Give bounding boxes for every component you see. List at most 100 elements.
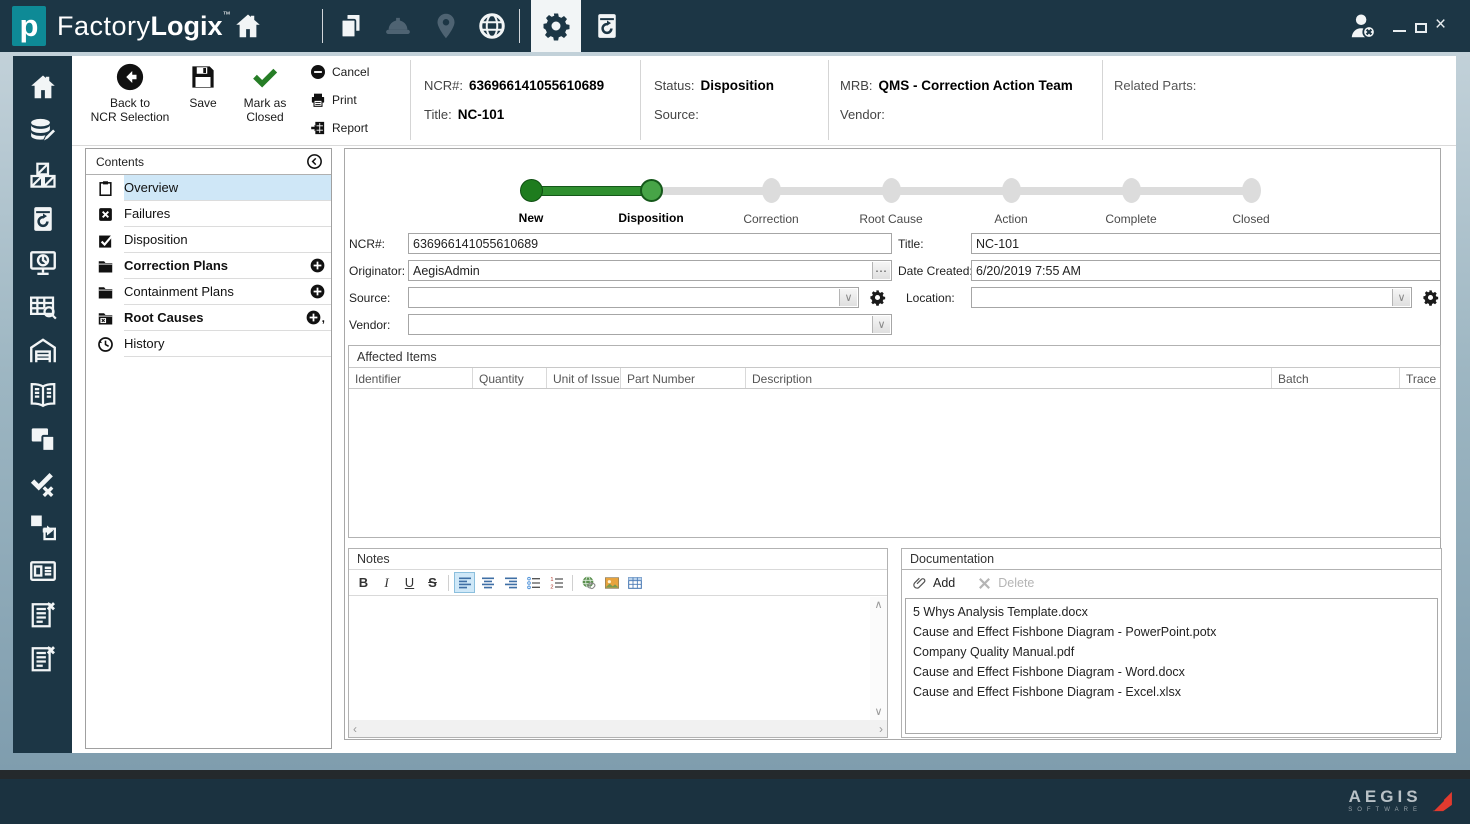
open-book-icon[interactable] bbox=[28, 380, 58, 410]
report-button[interactable]: Report bbox=[310, 118, 368, 138]
source-select[interactable] bbox=[409, 288, 858, 307]
notes-editor[interactable] bbox=[349, 597, 870, 720]
home-icon[interactable] bbox=[233, 11, 263, 41]
contents-item-correction-plans[interactable]: Correction Plans bbox=[86, 253, 331, 279]
column-batch[interactable]: Batch bbox=[1272, 368, 1400, 388]
documentation-file[interactable]: Cause and Effect Fishbone Diagram - Powe… bbox=[906, 622, 1437, 642]
column-trace[interactable]: Trace bbox=[1400, 368, 1440, 388]
notes-editor-area: ∧ ∨ ‹ › bbox=[349, 597, 887, 737]
scroll-right-arrow[interactable]: › bbox=[879, 722, 883, 736]
step-dot bbox=[520, 179, 543, 202]
strikethrough-button[interactable]: S bbox=[422, 572, 443, 593]
bold-button[interactable]: B bbox=[353, 572, 374, 593]
device-sync-nav-icon[interactable] bbox=[28, 204, 58, 234]
step-dot bbox=[1002, 178, 1021, 203]
database-edit-icon[interactable] bbox=[28, 116, 58, 146]
documentation-file[interactable]: 5 Whys Analysis Template.docx bbox=[906, 602, 1437, 622]
save-button[interactable]: Save bbox=[180, 62, 226, 110]
delete-document-button[interactable]: Delete bbox=[977, 576, 1034, 591]
documents-icon[interactable] bbox=[336, 11, 366, 41]
title-input[interactable] bbox=[972, 234, 1440, 253]
data-grid-search-icon[interactable] bbox=[28, 292, 58, 322]
column-description[interactable]: Description bbox=[746, 368, 1272, 388]
contents-item-overview[interactable]: Overview bbox=[86, 175, 331, 201]
notes-vertical-scrollbar[interactable]: ∧ ∨ bbox=[870, 597, 887, 720]
notes-horizontal-scrollbar[interactable]: ‹ › bbox=[349, 720, 887, 737]
vendor-dropdown-arrow[interactable]: ∨ bbox=[872, 316, 890, 333]
numbered-list-button[interactable]: 12 bbox=[546, 572, 567, 593]
insert-hyperlink-button[interactable] bbox=[578, 572, 599, 593]
minimize-button[interactable] bbox=[1393, 30, 1406, 32]
vendor-select[interactable] bbox=[409, 315, 891, 334]
maximize-button[interactable] bbox=[1415, 23, 1427, 33]
documentation-file[interactable]: Cause and Effect Fishbone Diagram - Word… bbox=[906, 662, 1437, 682]
underline-button[interactable]: U bbox=[399, 572, 420, 593]
source-settings-gear-icon[interactable] bbox=[869, 289, 886, 306]
dashboard-monitor-icon[interactable] bbox=[28, 248, 58, 278]
align-left-button[interactable] bbox=[454, 572, 475, 593]
insert-image-button[interactable] bbox=[601, 572, 622, 593]
ribbon-divider bbox=[828, 60, 829, 140]
folder-x-icon bbox=[86, 305, 124, 331]
source-dropdown-arrow[interactable]: ∨ bbox=[839, 289, 857, 306]
originator-input[interactable] bbox=[409, 261, 891, 280]
scroll-up-arrow[interactable]: ∧ bbox=[870, 597, 887, 613]
add-correction-plan-button[interactable] bbox=[310, 258, 325, 273]
ncr-number-input[interactable] bbox=[409, 234, 891, 253]
location-select[interactable] bbox=[972, 288, 1411, 307]
column-unit-of-issue[interactable]: Unit of Issue bbox=[547, 368, 621, 388]
documentation-file[interactable]: Company Quality Manual.pdf bbox=[906, 642, 1437, 662]
cancel-button[interactable]: Cancel bbox=[310, 62, 369, 82]
add-containment-plan-button[interactable] bbox=[310, 284, 325, 299]
crates-icon[interactable] bbox=[28, 160, 58, 190]
insert-table-button[interactable] bbox=[624, 572, 645, 593]
home-nav-icon[interactable] bbox=[28, 72, 58, 102]
hardhat-icon[interactable] bbox=[383, 11, 413, 41]
location-settings-gear-icon[interactable] bbox=[1422, 289, 1439, 306]
location-pin-icon[interactable] bbox=[431, 11, 461, 41]
contents-item-history[interactable]: History bbox=[86, 331, 331, 357]
id-card-icon[interactable] bbox=[28, 556, 58, 586]
italic-button[interactable]: I bbox=[376, 572, 397, 593]
user-logout-icon[interactable] bbox=[1348, 11, 1378, 41]
documentation-file[interactable]: Cause and Effect Fishbone Diagram - Exce… bbox=[906, 682, 1437, 702]
mark-as-closed-button[interactable]: Mark asClosed bbox=[232, 62, 298, 124]
contents-title: Contents bbox=[96, 155, 144, 169]
align-center-button[interactable] bbox=[477, 572, 498, 593]
check-x-icon[interactable] bbox=[28, 468, 58, 498]
column-part-number[interactable]: Part Number bbox=[621, 368, 746, 388]
globe-icon[interactable] bbox=[477, 11, 507, 41]
devices-copy-icon[interactable] bbox=[28, 424, 58, 454]
column-identifier[interactable]: Identifier bbox=[349, 368, 473, 388]
warehouse-icon[interactable] bbox=[28, 336, 58, 366]
column-quantity[interactable]: Quantity bbox=[473, 368, 547, 388]
collapse-panel-icon[interactable] bbox=[306, 153, 323, 170]
location-dropdown-arrow[interactable]: ∨ bbox=[1392, 289, 1410, 306]
transfer-icon[interactable] bbox=[28, 512, 58, 542]
originator-browse-button[interactable]: ⋯ bbox=[872, 262, 890, 279]
checklist-remove-icon[interactable] bbox=[28, 600, 58, 630]
ribbon-toolbar: Back toNCR Selection Save Mark asClosed … bbox=[72, 56, 1456, 146]
contents-item-failures[interactable]: Failures bbox=[86, 201, 331, 227]
ncr-number-value: 636966141055610689 bbox=[469, 78, 604, 93]
factorylogix-logo: p bbox=[12, 6, 46, 46]
contents-item-containment-plans[interactable]: Containment Plans bbox=[86, 279, 331, 305]
contents-item-root-causes[interactable]: Root Causes , bbox=[86, 305, 331, 331]
back-to-ncr-selection-button[interactable]: Back toNCR Selection bbox=[90, 62, 170, 124]
scroll-down-arrow[interactable]: ∨ bbox=[870, 704, 887, 720]
bullet-list-button[interactable] bbox=[523, 572, 544, 593]
date-created-input[interactable] bbox=[972, 261, 1440, 280]
add-document-button[interactable]: Add bbox=[912, 576, 955, 591]
settings-tab-active[interactable] bbox=[531, 0, 581, 52]
vendor-header-label: Vendor: bbox=[840, 107, 885, 122]
align-right-button[interactable] bbox=[500, 572, 521, 593]
affected-items-group: Affected Items Identifier Quantity Unit … bbox=[348, 345, 1441, 538]
contents-item-disposition[interactable]: Disposition bbox=[86, 227, 331, 253]
checklist-remove-icon-2[interactable] bbox=[28, 644, 58, 674]
scroll-left-arrow[interactable]: ‹ bbox=[353, 722, 357, 736]
device-sync-icon[interactable] bbox=[592, 11, 622, 41]
add-root-cause-button[interactable] bbox=[306, 310, 321, 325]
print-button[interactable]: Print bbox=[310, 90, 357, 110]
affected-items-empty-body[interactable] bbox=[349, 389, 1440, 537]
close-button[interactable]: × bbox=[1435, 12, 1446, 38]
